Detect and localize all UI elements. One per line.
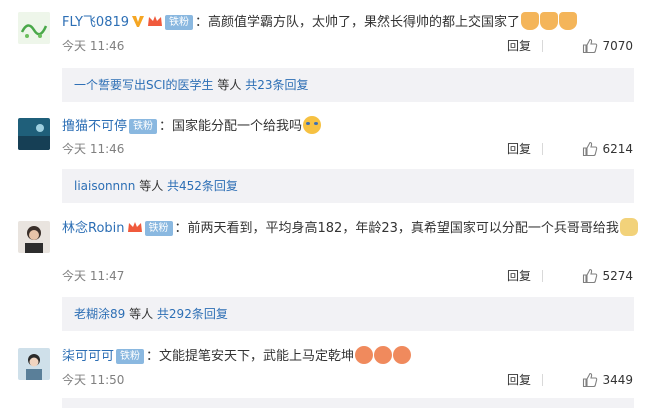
divider — [542, 40, 543, 52]
comment-text: ：前两天看到，平均身高182，年龄23，真希望国家可以分配一个兵哥哥给我 — [174, 221, 619, 236]
avatar[interactable] — [18, 348, 50, 380]
thumbs-up-icon — [583, 38, 598, 54]
reply-button[interactable]: 回复 — [507, 139, 531, 159]
replies-summary: 一个誓要写出SCI的医学生 等人 共23条回复 — [62, 68, 634, 102]
view-replies-link[interactable]: 共23条回复 — [245, 78, 308, 92]
divider — [542, 143, 543, 155]
username-link[interactable]: 林念Robin — [62, 221, 125, 236]
like-button[interactable]: 3449 — [582, 370, 633, 390]
fan-badge: 铁粉 — [144, 221, 173, 236]
fan-badge: 铁粉 — [129, 119, 158, 134]
like-button[interactable]: 5274 — [582, 266, 633, 286]
comment-line: 撸猫不可停 铁粉 ：国家能分配一个给我吗 — [62, 116, 639, 137]
reply-user-link[interactable]: 老糊涂89 — [74, 307, 125, 321]
reply-middle-text: 等人 — [135, 179, 168, 193]
reply-middle-text: 等人 — [125, 307, 157, 321]
salute-emoji-icon — [355, 346, 374, 364]
reply-user-link[interactable]: 一个誓要写出SCI的医学生 — [74, 78, 214, 92]
crown-icon — [127, 222, 142, 232]
salute-emoji-icon — [393, 346, 412, 364]
thumbs-up-icon — [583, 372, 598, 388]
like-count: 3449 — [602, 373, 633, 387]
view-replies-link[interactable]: 共292条回复 — [157, 307, 228, 321]
comment-meta: 今天 11:46 回复 6214 — [62, 139, 633, 159]
like-button[interactable]: 6214 — [582, 139, 633, 159]
comment-text: ：文能提笔安天下，武能上马定乾坤 — [146, 349, 355, 364]
comment-meta: 今天 11:50 回复 3449 — [62, 370, 633, 390]
avatar-image — [18, 348, 50, 380]
timestamp: 今天 11:46 — [62, 39, 125, 53]
crown-icon — [148, 16, 163, 26]
thumbs-up-icon — [583, 141, 598, 157]
username-link[interactable]: FLY飞0819 — [62, 15, 129, 30]
timestamp: 今天 11:46 — [62, 142, 125, 156]
divider — [542, 270, 543, 282]
avatar[interactable] — [18, 221, 50, 253]
username-link[interactable]: 柒可可可 — [62, 349, 114, 364]
avatar-image — [18, 12, 50, 44]
verified-v-icon — [132, 16, 145, 27]
timestamp: 今天 11:47 — [62, 269, 125, 283]
like-count: 6214 — [602, 142, 633, 156]
reply-user-link[interactable]: liaisonnnn — [74, 179, 135, 193]
reply-button[interactable]: 回复 — [507, 370, 531, 390]
doge-emoji-icon — [619, 218, 638, 236]
like-count: 7070 — [602, 39, 633, 53]
comment-line: 柒可可可 铁粉 ：文能提笔安天下，武能上马定乾坤 — [62, 346, 639, 367]
comment-line: 林念Robin 铁粉 ：前两天看到，平均身高182，年龄23，真希望国家可以分配一个… — [62, 218, 639, 240]
fan-badge: 铁粉 — [165, 15, 194, 30]
comment-meta: 今天 11:46 回复 7070 — [62, 36, 633, 56]
thumbs-up-emoji-icon — [540, 12, 559, 30]
comment-text: ：国家能分配一个给我吗 — [159, 119, 303, 134]
avatar-image — [18, 118, 50, 150]
replies-summary: 老糊涂89 等人 共292条回复 — [62, 297, 634, 331]
comment-text: ：高颜值学霸方队，太帅了，果然长得帅的都上交国家了 — [195, 15, 521, 30]
timestamp: 今天 11:50 — [62, 373, 125, 387]
comment-line: FLY飞0819 铁粉 ：高颜值学霸方队，太帅了，果然长得帅的都上交国家了 — [62, 12, 639, 33]
replies-summary-partial — [62, 398, 634, 408]
like-count: 5274 — [602, 269, 633, 283]
crying-emoji-icon — [303, 116, 322, 134]
reply-middle-text: 等人 — [213, 78, 246, 92]
thumbs-up-emoji-icon — [559, 12, 578, 30]
like-button[interactable]: 7070 — [582, 36, 633, 56]
reply-button[interactable]: 回复 — [507, 266, 531, 286]
avatar[interactable] — [18, 118, 50, 150]
reply-button[interactable]: 回复 — [507, 36, 531, 56]
replies-summary: liaisonnnn 等人 共452条回复 — [62, 169, 634, 203]
avatar-image — [18, 221, 50, 253]
comment-meta: 今天 11:47 回复 5274 — [62, 266, 633, 286]
fan-badge: 铁粉 — [116, 349, 145, 364]
thumbs-up-icon — [583, 268, 598, 284]
divider — [542, 374, 543, 386]
username-link[interactable]: 撸猫不可停 — [62, 119, 127, 134]
salute-emoji-icon — [374, 346, 393, 364]
avatar[interactable] — [18, 12, 50, 44]
view-replies-link[interactable]: 共452条回复 — [167, 179, 238, 193]
clap-emoji-icon — [521, 12, 540, 30]
